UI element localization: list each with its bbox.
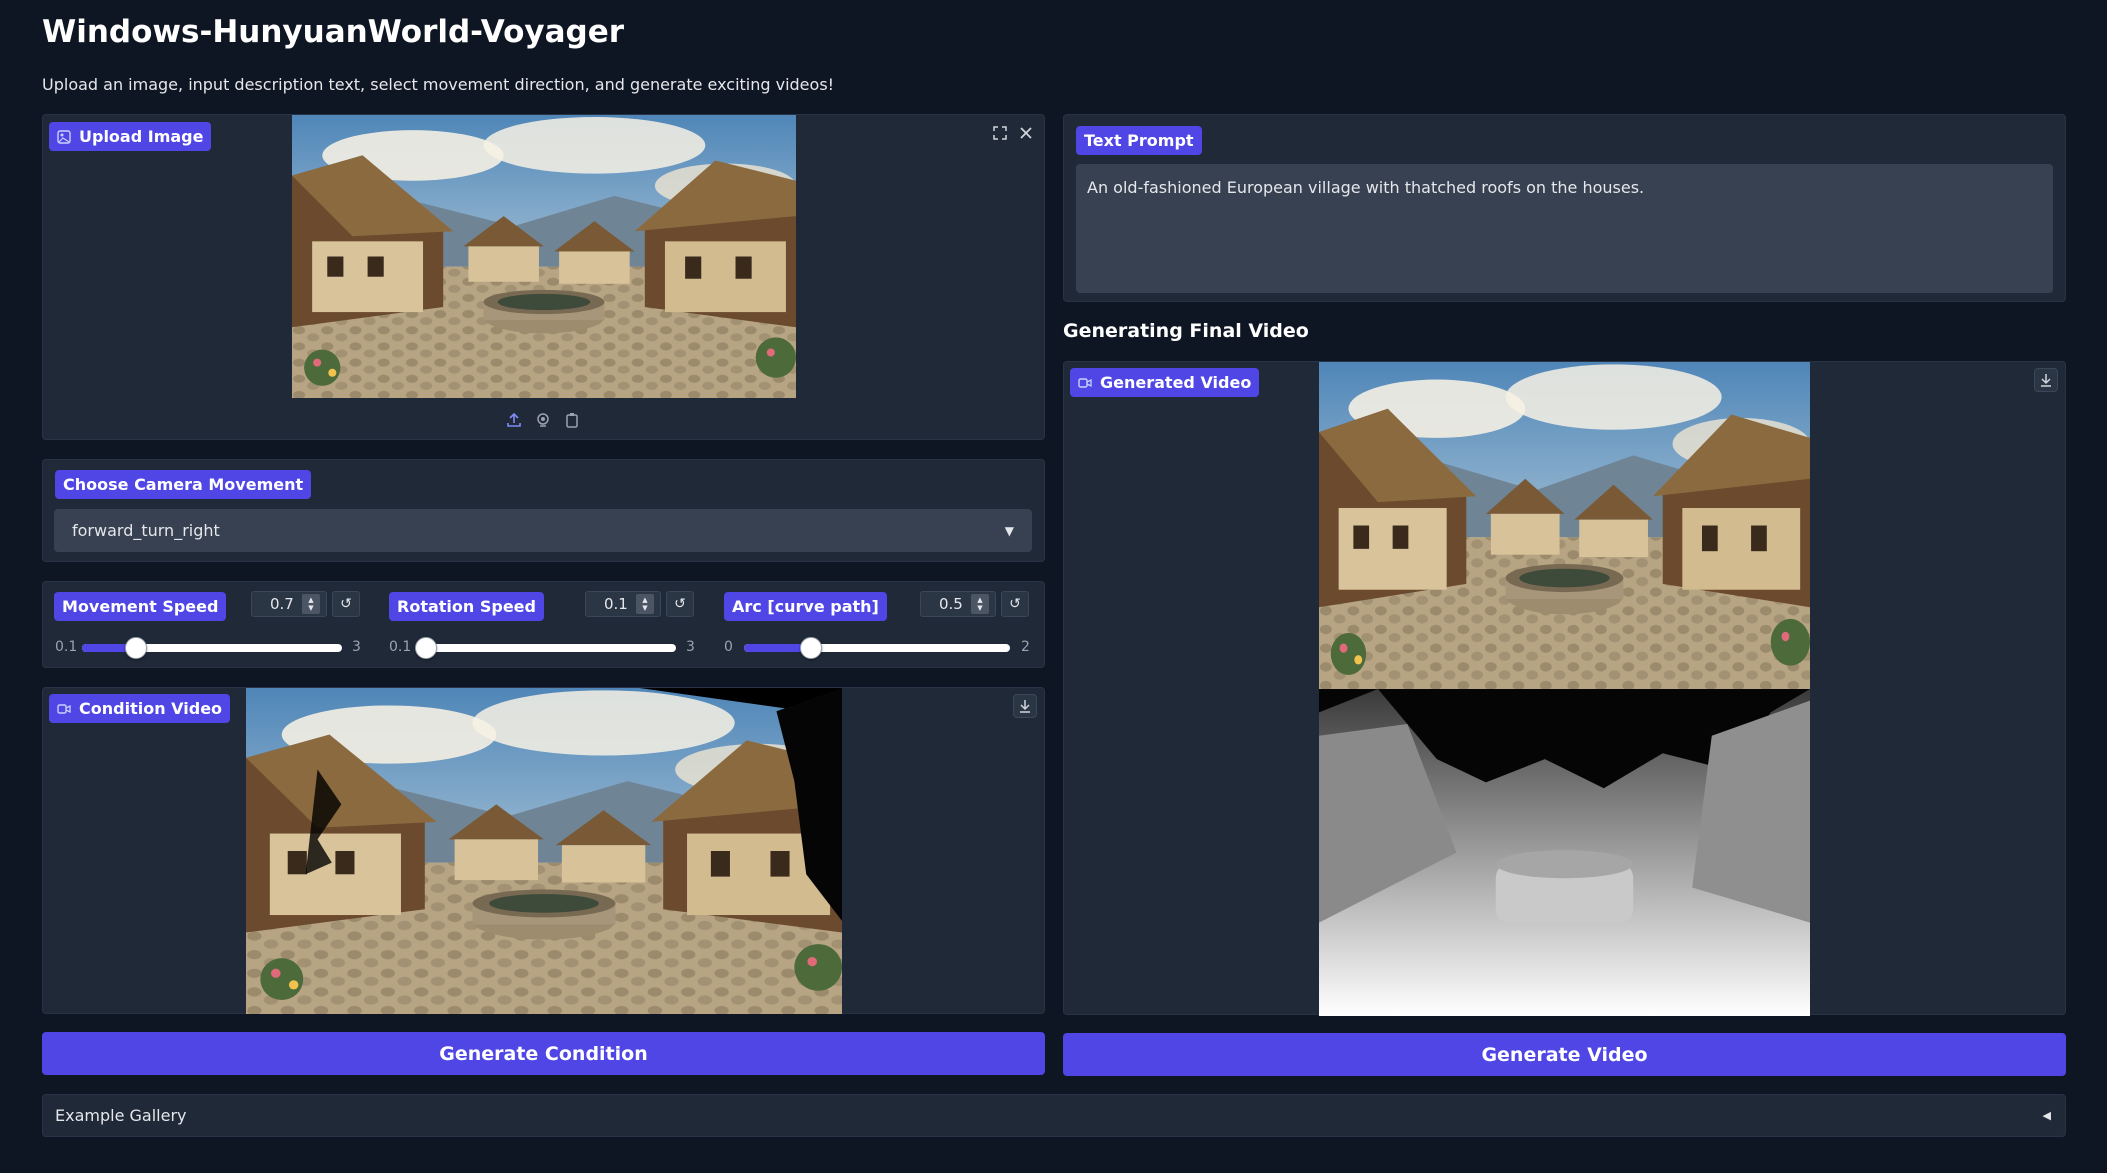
download-icon[interactable] xyxy=(2034,368,2058,392)
image-icon xyxy=(57,129,71,144)
rotation-speed-max: 3 xyxy=(686,639,695,655)
fullscreen-icon[interactable] xyxy=(988,121,1012,145)
generate-condition-button[interactable]: Generate Condition xyxy=(42,1032,1045,1075)
movement-speed-value: 0.7 xyxy=(270,595,294,613)
webcam-icon[interactable] xyxy=(531,408,555,432)
clipboard-icon[interactable] xyxy=(560,408,584,432)
movement-speed-slider[interactable] xyxy=(82,637,342,659)
rotation-speed-thumb[interactable] xyxy=(415,637,437,659)
movement-speed-spinner[interactable]: ▲ ▼ xyxy=(302,594,320,614)
movement-speed-reset-button[interactable]: ↺ xyxy=(332,591,360,617)
camera-movement-dropdown[interactable]: forward_turn_right ▼ xyxy=(54,509,1032,552)
generated-video-player[interactable] xyxy=(1319,362,1810,1016)
caret-left-icon: ◀ xyxy=(2042,1109,2051,1122)
app-title: Windows-HunyuanWorld-Voyager xyxy=(42,14,625,50)
generated-video-badge: Generated Video xyxy=(1070,368,1260,397)
arc-slider[interactable] xyxy=(744,637,1010,659)
text-prompt-badge: Text Prompt xyxy=(1076,126,1202,155)
camera-movement-value: forward_turn_right xyxy=(72,521,220,540)
video-icon xyxy=(1078,377,1092,388)
camera-movement-badge: Choose Camera Movement xyxy=(55,470,312,499)
video-icon xyxy=(57,703,71,714)
rotation-speed-spinner[interactable]: ▲ ▼ xyxy=(636,594,654,614)
text-prompt-input[interactable]: An old-fashioned European village with t… xyxy=(1076,164,2053,293)
example-gallery-accordion[interactable]: Example Gallery ◀ xyxy=(42,1094,2066,1137)
arc-input[interactable]: 0.5 ▲ ▼ xyxy=(920,591,996,617)
condition-video-badge: Condition Video xyxy=(49,694,231,723)
condition-video-panel: Condition Video xyxy=(42,687,1045,1014)
rotation-speed-value: 0.1 xyxy=(604,595,628,613)
rotation-speed-min: 0.1 xyxy=(389,639,412,655)
chevron-down-icon: ▼ xyxy=(1004,523,1014,538)
arc-max: 2 xyxy=(1021,639,1030,655)
download-icon[interactable] xyxy=(1013,694,1037,718)
arc-thumb[interactable] xyxy=(799,637,822,659)
movement-speed-input[interactable]: 0.7 ▲ ▼ xyxy=(251,591,327,617)
movement-speed-thumb[interactable] xyxy=(124,637,147,659)
movement-speed-max: 3 xyxy=(352,639,361,655)
rotation-speed-slider[interactable] xyxy=(415,637,676,659)
uploaded-image xyxy=(292,115,796,398)
arc-badge: Arc [curve path] xyxy=(724,592,887,621)
arc-min: 0 xyxy=(724,639,733,655)
upload-image-badge: Upload Image xyxy=(49,122,212,151)
condition-video-player[interactable] xyxy=(246,688,842,1014)
movement-speed-min: 0.1 xyxy=(55,639,78,655)
app-subtitle: Upload an image, input description text,… xyxy=(42,75,835,94)
close-icon[interactable] xyxy=(1014,121,1038,145)
rotation-speed-badge: Rotation Speed xyxy=(389,592,544,621)
generated-video-label: Generated Video xyxy=(1100,373,1252,392)
generated-video-panel: Generated Video xyxy=(1063,361,2066,1016)
rotation-speed-reset-button[interactable]: ↺ xyxy=(666,591,694,617)
upload-icon[interactable] xyxy=(502,408,526,432)
rotation-speed-input[interactable]: 0.1 ▲ ▼ xyxy=(585,591,661,617)
condition-video-label: Condition Video xyxy=(79,699,223,718)
movement-speed-badge: Movement Speed xyxy=(54,592,227,621)
arc-spinner[interactable]: ▲ ▼ xyxy=(971,594,989,614)
final-video-heading: Generating Final Video xyxy=(1063,320,1309,342)
generate-video-button[interactable]: Generate Video xyxy=(1063,1033,2066,1076)
upload-image-panel[interactable]: Upload Image xyxy=(42,114,1045,440)
arc-reset-button[interactable]: ↺ xyxy=(1001,591,1029,617)
upload-image-label: Upload Image xyxy=(79,127,204,146)
example-gallery-label: Example Gallery xyxy=(55,1106,187,1125)
arc-value: 0.5 xyxy=(939,595,963,613)
